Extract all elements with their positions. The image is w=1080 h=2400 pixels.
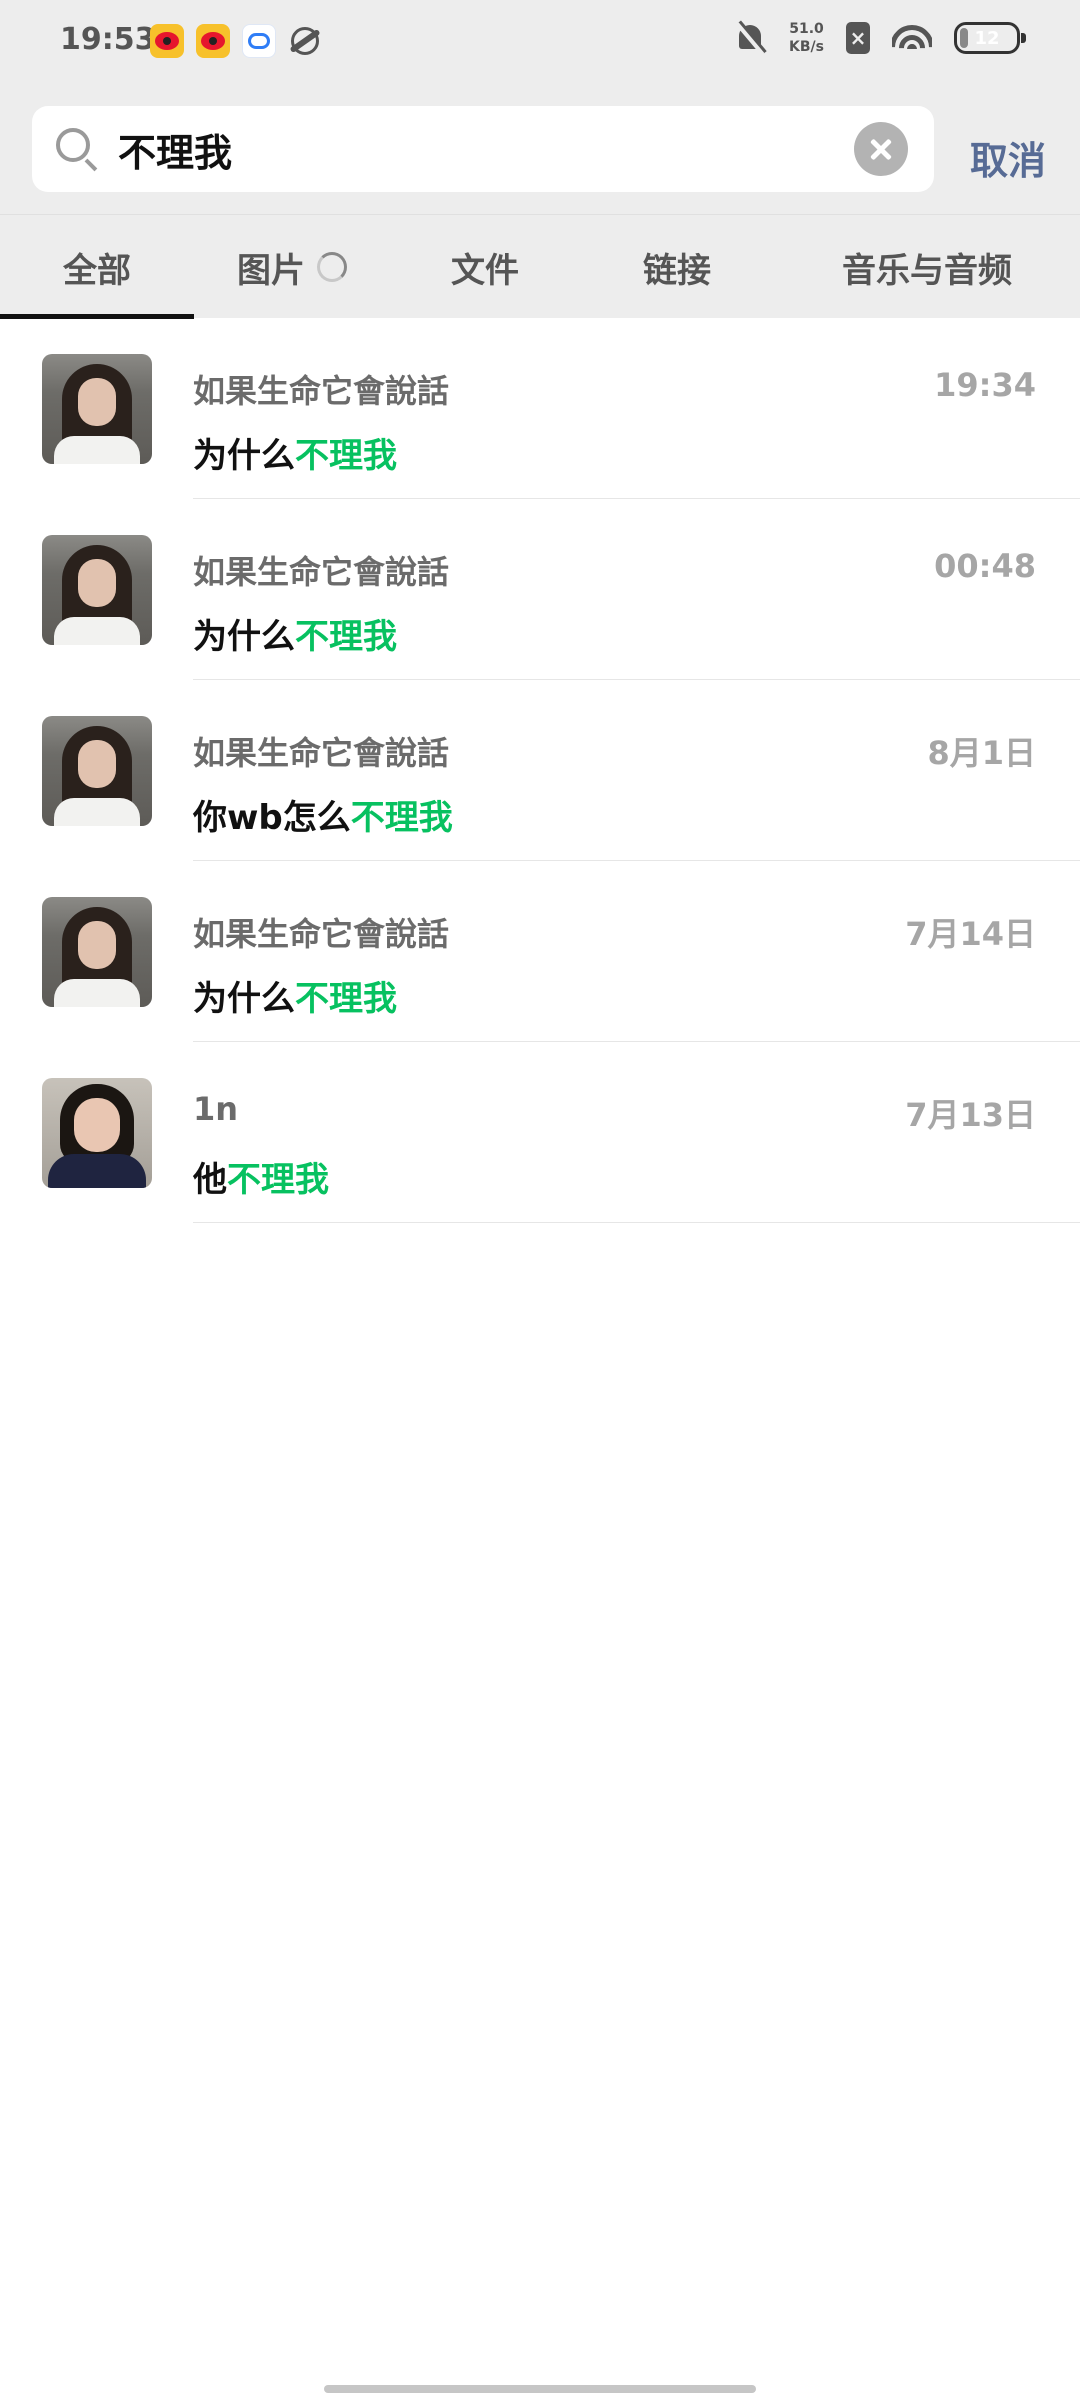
avatar [42,354,152,464]
net-speed-unit: KB/s [789,39,824,55]
sender-name: 如果生命它會說話 [193,734,450,772]
result-item[interactable]: 如果生命它會說話 8月1日 你wb怎么不理我 [0,680,1080,861]
clear-search-button[interactable] [854,122,908,176]
message-snippet: 为什么不理我 [193,971,397,1020]
weibo-icon [196,24,230,58]
divider [193,1222,1080,1223]
status-indicators: 51.0 KB/s × 12 [733,20,1026,56]
sender-name: 1n [193,1090,239,1128]
result-item[interactable]: 如果生命它會說話 7月14日 为什么不理我 [0,861,1080,1042]
net-speed-value: 51.0 [789,21,824,37]
message-snippet: 为什么不理我 [193,609,397,658]
snippet-highlight: 不理我 [295,617,397,657]
message-snippet: 你wb怎么不理我 [193,790,453,839]
tab-all[interactable]: 全部 [0,215,194,319]
tab-label: 全部 [63,250,131,291]
status-time: 19:53 [60,22,156,57]
search-bar: 取消 [0,86,1080,214]
message-time: 7月13日 [905,1096,1036,1134]
baidu-netdisk-icon [242,24,276,58]
sender-name: 如果生命它會說話 [193,372,450,410]
search-icon [54,126,100,172]
tab-images[interactable]: 图片 [194,215,390,319]
status-bar: 19:53 51.0 KB/s × 12 [0,0,1080,86]
avatar [42,535,152,645]
result-item[interactable]: 如果生命它會說話 19:34 为什么不理我 [0,318,1080,499]
notification-icons [150,24,322,58]
battery-icon: 12 [954,22,1026,54]
header-area: 19:53 51.0 KB/s × 12 不理我 取消 全部 图片 文件 链接 … [0,0,1080,319]
snippet-highlight: 不理我 [295,979,397,1019]
search-input[interactable] [118,106,858,192]
no-sim-icon: × [846,22,870,54]
snippet-text: 他 [193,1160,227,1200]
snippet-highlight: 不理我 [295,436,397,476]
tab-label: 文件 [451,250,519,291]
search-box[interactable] [32,106,934,192]
avatar [42,1078,152,1188]
net-speed: 51.0 KB/s [789,20,824,56]
snippet-text: 为什么 [193,617,295,657]
avatar [42,897,152,1007]
message-time: 8月1日 [927,734,1036,772]
message-time: 00:48 [934,547,1036,585]
battery-fill [960,28,968,48]
message-time: 19:34 [934,366,1036,404]
tab-label: 图片 [237,250,305,291]
snippet-highlight: 不理我 [350,798,453,838]
snippet-highlight: 不理我 [227,1160,329,1200]
avatar [42,716,152,826]
battery-level: 12 [974,27,1000,49]
snippet-text: 为什么 [193,436,295,476]
snippet-text: 为什么 [193,979,295,1019]
message-snippet: 为什么不理我 [193,428,397,477]
tab-label: 音乐与音频 [842,250,1012,291]
filter-tabs: 全部 图片 文件 链接 音乐与音频 [0,214,1080,319]
planet-icon [288,24,322,58]
tab-music-audio[interactable]: 音乐与音频 [774,215,1080,319]
search-results: 如果生命它會說話 19:34 为什么不理我 如果生命它會說話 00:48 为什么… [0,318,1080,1223]
snippet-text: 你wb怎么 [193,798,351,838]
cancel-button[interactable]: 取消 [970,130,1046,185]
sender-name: 如果生命它會說話 [193,915,450,953]
tab-files[interactable]: 文件 [390,215,580,319]
message-time: 7月14日 [905,915,1036,953]
result-item[interactable]: 1n 7月13日 他不理我 [0,1042,1080,1223]
loading-spinner-icon [317,252,347,282]
bell-off-icon [733,21,767,56]
sender-name: 如果生命它會說話 [193,553,450,591]
tab-label: 链接 [643,250,711,291]
tab-links[interactable]: 链接 [580,215,774,319]
result-item[interactable]: 如果生命它會說話 00:48 为什么不理我 [0,499,1080,680]
home-indicator[interactable] [324,2385,756,2393]
weibo-icon [150,24,184,58]
message-snippet: 他不理我 [193,1152,329,1201]
wifi-icon [892,23,932,53]
